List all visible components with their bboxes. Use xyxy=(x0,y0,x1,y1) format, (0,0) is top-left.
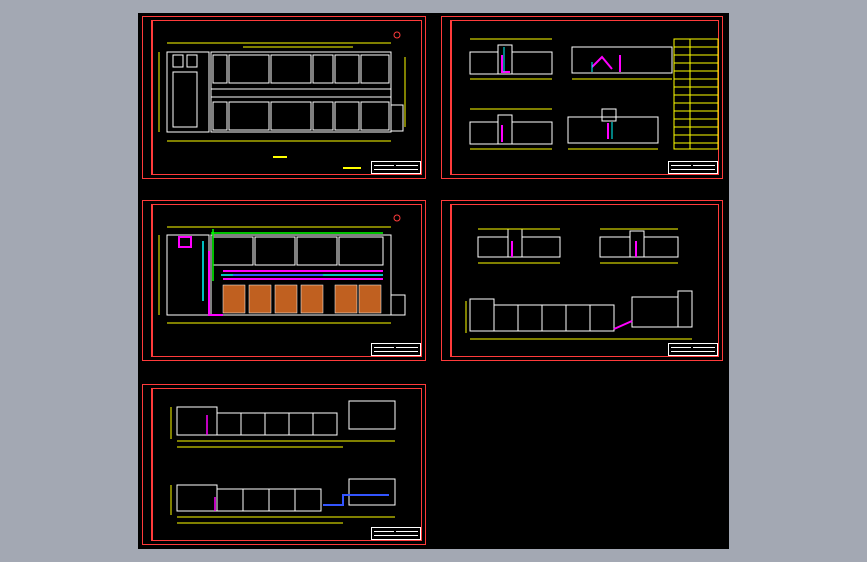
title-block xyxy=(371,161,421,174)
sheet-profile[interactable] xyxy=(142,384,426,545)
pipe-plan-drawing xyxy=(158,214,406,324)
sheet-plan-2[interactable] xyxy=(142,200,426,361)
floor-plan-drawing xyxy=(158,31,406,169)
sheet-sections-1[interactable] xyxy=(441,16,723,179)
title-block xyxy=(668,343,718,356)
profile-drawing xyxy=(170,400,396,524)
drawing-canvas[interactable] xyxy=(138,13,729,549)
title-block xyxy=(371,527,421,540)
sections-drawing xyxy=(465,228,693,340)
title-block xyxy=(371,343,421,356)
title-block xyxy=(668,161,718,174)
sheet-sections-2[interactable] xyxy=(441,200,723,361)
sections-drawing xyxy=(469,38,719,150)
sheet-plan-1[interactable] xyxy=(142,16,426,179)
